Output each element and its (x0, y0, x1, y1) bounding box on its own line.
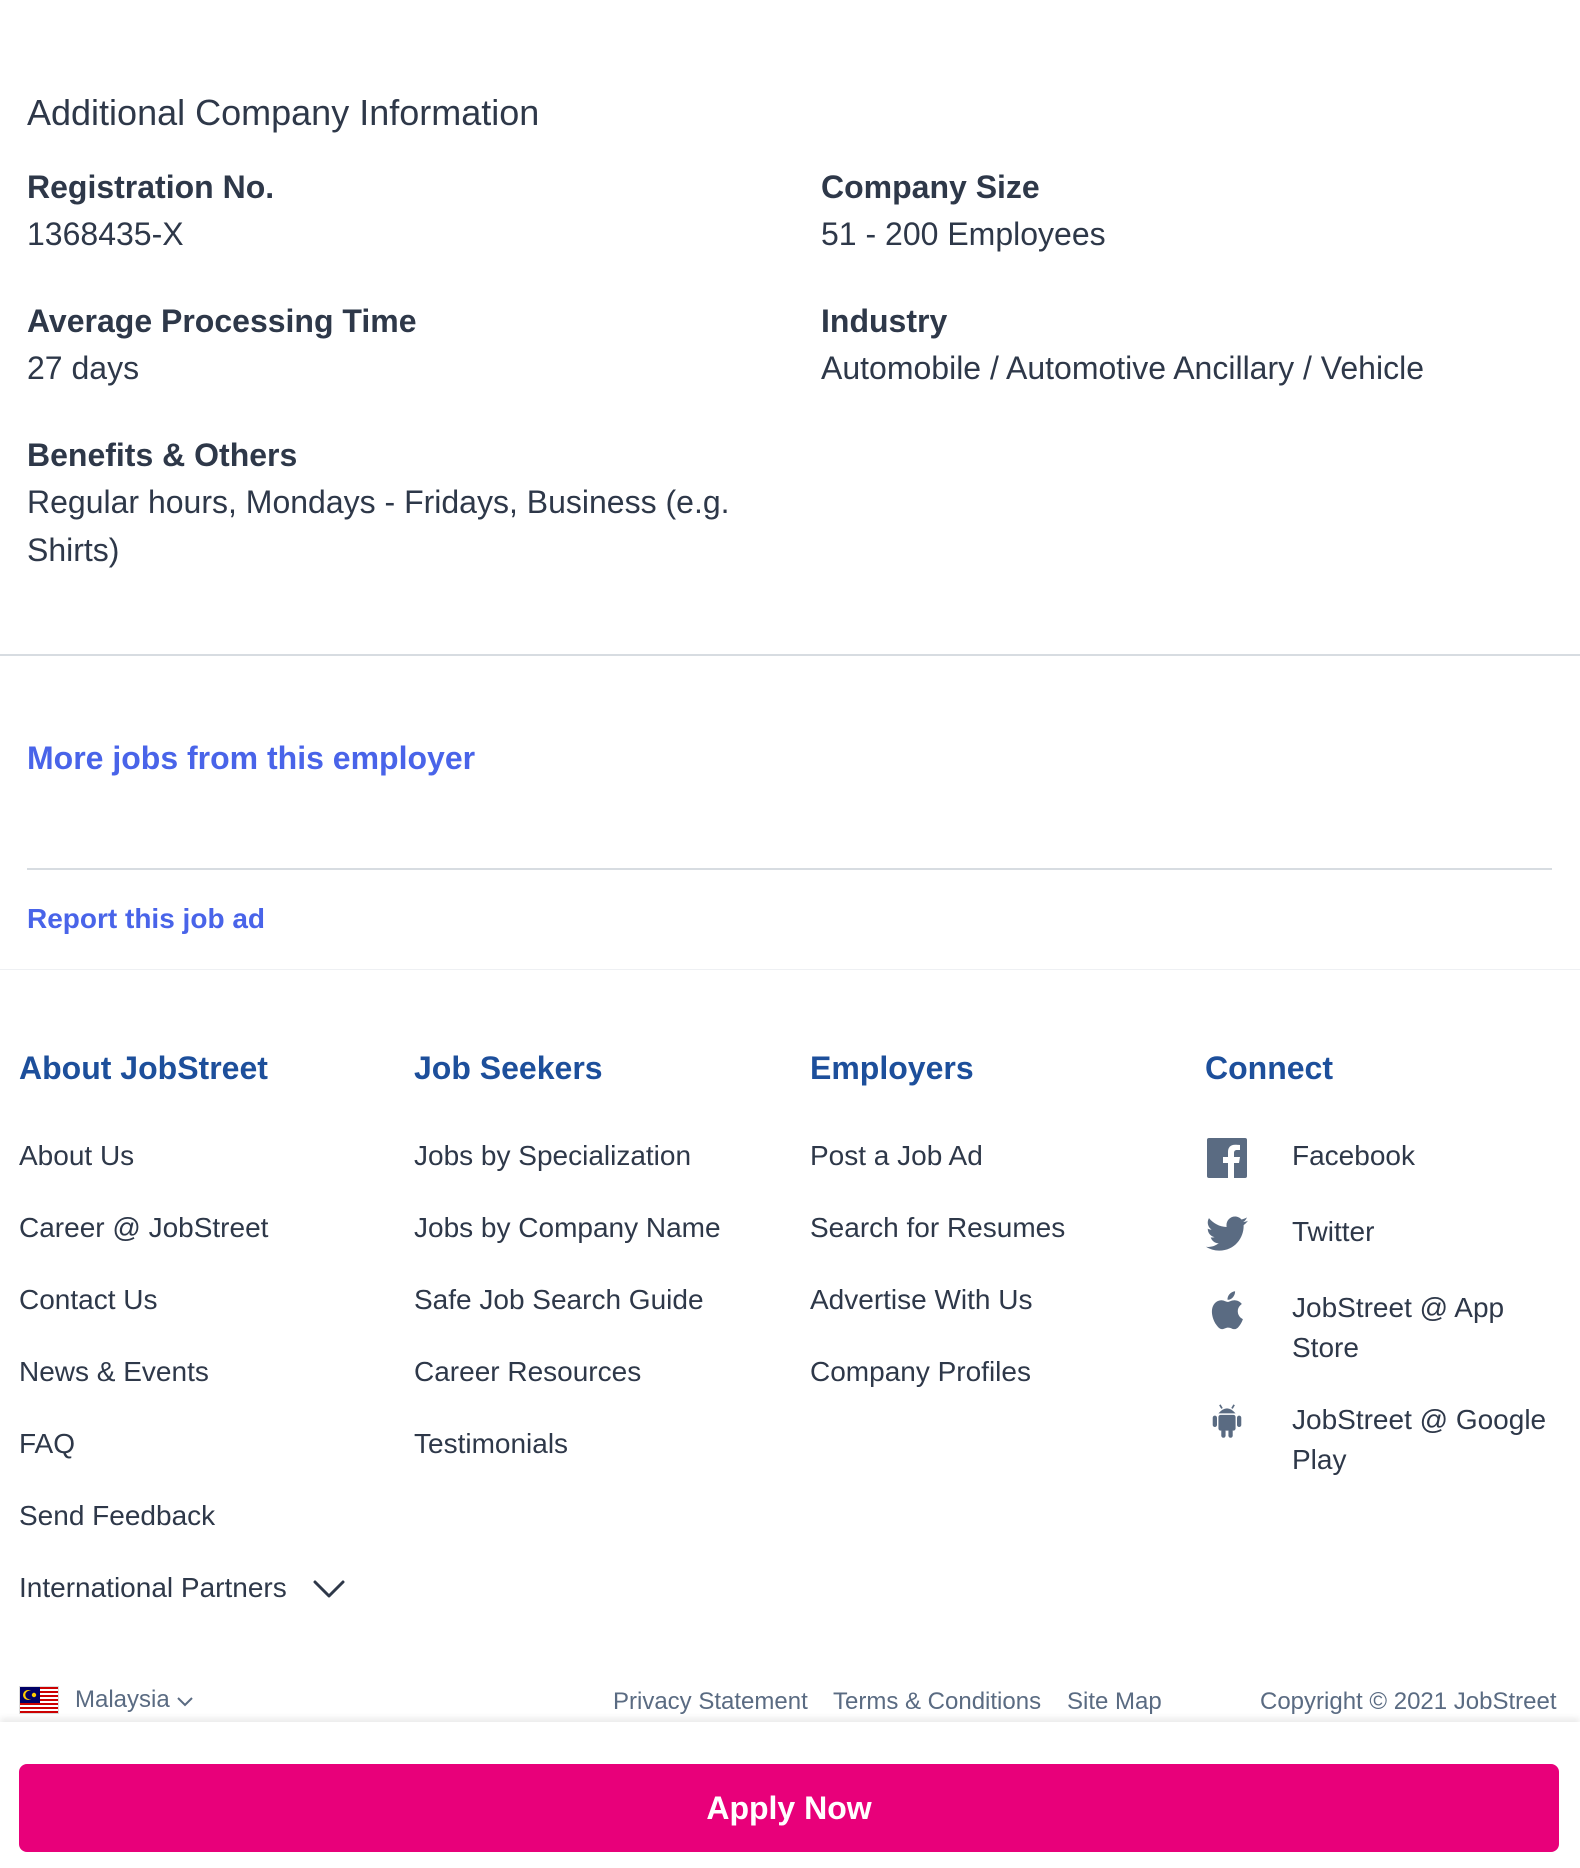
footer-link-label: Contact Us (19, 1284, 158, 1315)
apply-bar: Apply Now (0, 1722, 1580, 1868)
footer-seekers-column: Job Seekers Jobs by Specialization Jobs … (414, 1048, 804, 1496)
footer-link-label: Career @ JobStreet (19, 1212, 269, 1243)
industry-block: Industry Automobile / Automotive Ancilla… (821, 298, 1541, 392)
footer-employers-column: Employers Post a Job Ad Search for Resum… (810, 1048, 1200, 1424)
connect-label: Twitter (1292, 1216, 1375, 1247)
malaysia-flag-icon (19, 1686, 59, 1714)
connect-label: JobStreet @ App Store (1292, 1292, 1505, 1363)
processing-time-label: Average Processing Time (27, 303, 417, 339)
footer-link-label: Safe Job Search Guide (414, 1284, 704, 1315)
footer-link-contact-us[interactable]: Contact Us (19, 1280, 409, 1352)
footer-separator (0, 969, 1580, 970)
footer-link-label: Jobs by Company Name (414, 1212, 721, 1243)
site-map-link[interactable]: Site Map (1067, 1688, 1162, 1716)
footer-link-news-events[interactable]: News & Events (19, 1352, 409, 1424)
benefits-value-line1: Regular hours, Mondays - Fridays, Busine… (27, 484, 730, 520)
footer-link-label: International Partners (19, 1572, 287, 1603)
footer-link-label: About Us (19, 1140, 135, 1171)
android-icon (1205, 1400, 1249, 1444)
footer-seekers-heading: Job Seekers (414, 1050, 603, 1086)
footer-link-label: FAQ (19, 1428, 76, 1459)
registration-label: Registration No. (27, 169, 275, 205)
country-name: Malaysia (75, 1686, 170, 1713)
footer-link-faq[interactable]: FAQ (19, 1424, 409, 1496)
footer-link-post-job-ad[interactable]: Post a Job Ad (810, 1136, 1200, 1208)
facebook-icon (1205, 1136, 1249, 1180)
connect-label: JobStreet @ Google Play (1292, 1404, 1547, 1475)
footer-bottom-bar: Malaysia Privacy Statement Terms & Condi… (0, 1682, 1580, 1722)
connect-google-play[interactable]: JobStreet @ Google Play (1205, 1400, 1575, 1480)
inner-divider (27, 868, 1552, 870)
footer-link-jobs-by-company[interactable]: Jobs by Company Name (414, 1208, 804, 1280)
footer-link-label: Company Profiles (810, 1356, 1031, 1387)
apply-now-button[interactable]: Apply Now (19, 1764, 1559, 1852)
chevron-down-icon (176, 1686, 194, 1714)
report-job-ad-link[interactable]: Report this job ad (27, 903, 265, 935)
footer-link-label: Search for Resumes (810, 1212, 1066, 1243)
footer-link-label: Post a Job Ad (810, 1140, 983, 1171)
footer-link-jobs-by-specialization[interactable]: Jobs by Specialization (414, 1136, 804, 1208)
privacy-statement-link[interactable]: Privacy Statement (613, 1688, 808, 1716)
industry-label: Industry (821, 303, 948, 339)
processing-time-value: 27 days (27, 350, 140, 386)
copyright-text: Copyright © 2021 JobStreet (1260, 1688, 1557, 1715)
footer-link-label: Testimonials (414, 1428, 569, 1459)
footer-about-column: About JobStreet About Us Career @ JobStr… (19, 1048, 409, 1640)
footer-link-label: News & Events (19, 1356, 209, 1387)
benefits-value-line2: Shirts) (27, 532, 120, 568)
footer-link-career-resources[interactable]: Career Resources (414, 1352, 804, 1424)
footer-link-label: Advertise With Us (810, 1284, 1033, 1315)
benefits-block: Benefits & Others Regular hours, Mondays… (27, 432, 747, 574)
company-size-block: Company Size 51 - 200 Employees (821, 164, 1541, 258)
registration-block: Registration No. 1368435-X (27, 164, 747, 258)
company-size-value: 51 - 200 Employees (821, 216, 1106, 252)
footer-link-label: Send Feedback (19, 1500, 216, 1531)
footer-link-international-partners[interactable]: International Partners (19, 1568, 409, 1640)
connect-app-store[interactable]: JobStreet @ App Store (1205, 1288, 1575, 1368)
benefits-label: Benefits & Others (27, 437, 298, 473)
more-jobs-link[interactable]: More jobs from this employer (27, 740, 475, 777)
footer-link-send-feedback[interactable]: Send Feedback (19, 1496, 409, 1568)
terms-conditions-link[interactable]: Terms & Conditions (833, 1688, 1041, 1716)
footer-link-advertise[interactable]: Advertise With Us (810, 1280, 1200, 1352)
processing-time-block: Average Processing Time 27 days (27, 298, 747, 392)
section-divider (0, 654, 1580, 656)
country-selector[interactable]: Malaysia (19, 1686, 194, 1714)
footer-link-search-resumes[interactable]: Search for Resumes (810, 1208, 1200, 1280)
footer-link-about-us[interactable]: About Us (19, 1136, 409, 1208)
twitter-icon (1205, 1212, 1249, 1256)
connect-facebook[interactable]: Facebook (1205, 1136, 1575, 1180)
footer-connect-heading: Connect (1205, 1050, 1333, 1086)
company-size-label: Company Size (821, 169, 1040, 205)
footer-about-heading: About JobStreet (19, 1050, 268, 1086)
connect-label: Facebook (1292, 1140, 1415, 1171)
footer-link-label: Jobs by Specialization (414, 1140, 692, 1171)
apple-icon (1205, 1288, 1249, 1332)
footer-link-company-profiles[interactable]: Company Profiles (810, 1352, 1200, 1424)
chevron-down-icon[interactable] (313, 1570, 345, 1610)
industry-value: Automobile / Automotive Ancillary / Vehi… (821, 350, 1424, 386)
footer-link-career[interactable]: Career @ JobStreet (19, 1208, 409, 1280)
registration-value: 1368435-X (27, 216, 184, 252)
footer-link-safe-search-guide[interactable]: Safe Job Search Guide (414, 1280, 804, 1352)
footer-employers-heading: Employers (810, 1050, 974, 1086)
connect-twitter[interactable]: Twitter (1205, 1212, 1575, 1256)
footer-link-label: Career Resources (414, 1356, 642, 1387)
footer-connect-column: Connect Facebook Twitter JobStreet @ App… (1205, 1048, 1575, 1512)
company-info-title: Additional Company Information (27, 92, 540, 133)
footer-link-testimonials[interactable]: Testimonials (414, 1424, 804, 1496)
